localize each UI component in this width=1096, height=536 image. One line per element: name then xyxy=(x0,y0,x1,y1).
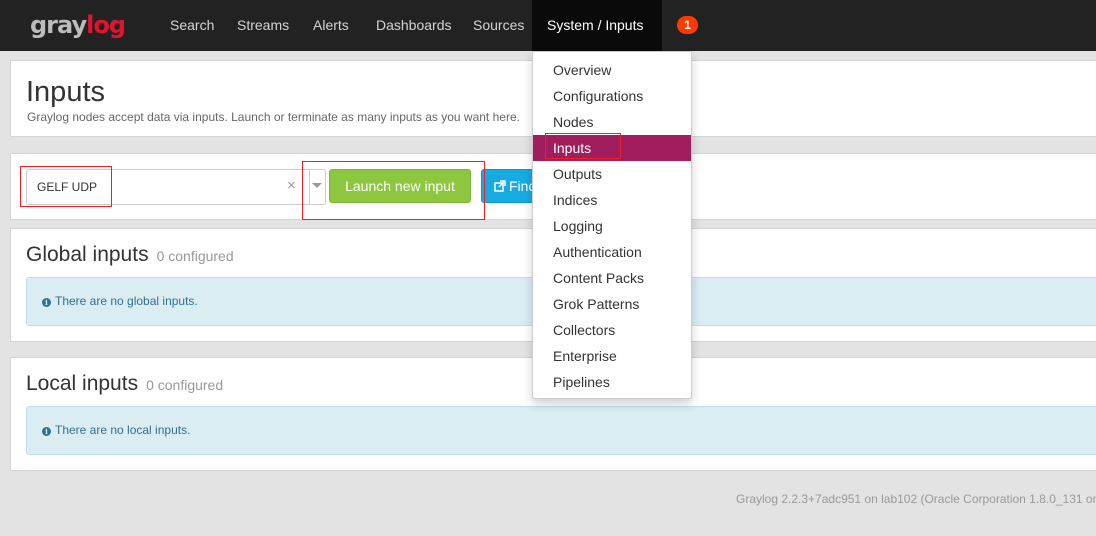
highlight-inputs-menu-item xyxy=(545,133,621,159)
nav-sources[interactable]: Sources xyxy=(473,0,524,51)
local-inputs-title: Local inputs xyxy=(26,372,139,395)
menu-item-pipelines[interactable]: Pipelines xyxy=(533,369,691,395)
global-inputs-count: 0 configured xyxy=(156,248,234,264)
menu-item-collectors[interactable]: Collectors xyxy=(533,317,691,343)
menu-item-enterprise[interactable]: Enterprise xyxy=(533,343,691,369)
menu-item-authentication[interactable]: Authentication xyxy=(533,239,691,265)
local-inputs-empty-alert: i There are no local inputs. xyxy=(26,406,1096,455)
menu-item-nodes[interactable]: Nodes xyxy=(533,109,691,135)
menu-item-logging[interactable]: Logging xyxy=(533,213,691,239)
menu-item-outputs[interactable]: Outputs xyxy=(533,161,691,187)
external-link-icon xyxy=(494,180,506,192)
menu-item-overview[interactable]: Overview xyxy=(533,57,691,83)
footer-version: Graylog 2.2.3+7adc951 on lab102 (Oracle … xyxy=(736,492,1096,506)
nav-system-label: System / Inputs xyxy=(547,17,644,33)
nav-system-dropdown[interactable]: System / Inputs xyxy=(532,0,662,80)
page-description: Graylog nodes accept data via inputs. La… xyxy=(27,110,520,124)
graylog-logo[interactable]: graylog xyxy=(30,11,126,39)
top-navbar: graylog Search Streams Alerts Dashboards… xyxy=(0,0,1096,80)
clear-icon[interactable]: × xyxy=(287,177,296,194)
page-title: Inputs xyxy=(26,76,105,108)
info-circle-icon: i xyxy=(42,427,51,436)
local-inputs-empty-row: i There are no local inputs. xyxy=(42,423,190,437)
local-inputs-heading: Local inputs 0 configured xyxy=(26,372,223,396)
highlight-launch-button xyxy=(302,161,485,220)
notification-badge[interactable]: 1 xyxy=(677,16,698,34)
local-inputs-empty-message: There are no local inputs. xyxy=(55,423,191,437)
menu-item-content-packs[interactable]: Content Packs xyxy=(533,265,691,291)
nav-dashboards[interactable]: Dashboards xyxy=(376,0,452,51)
highlight-input-select xyxy=(20,166,112,207)
nav-streams[interactable]: Streams xyxy=(237,0,289,51)
global-inputs-empty-row: i There are no global inputs. xyxy=(42,294,198,308)
menu-item-configurations[interactable]: Configurations xyxy=(533,83,691,109)
nav-search[interactable]: Search xyxy=(170,0,214,51)
logo-text-red: log xyxy=(86,11,126,39)
menu-item-grok-patterns[interactable]: Grok Patterns xyxy=(533,291,691,317)
local-inputs-count: 0 configured xyxy=(146,377,224,393)
menu-item-indices[interactable]: Indices xyxy=(533,187,691,213)
global-inputs-empty-message: There are no global inputs. xyxy=(55,294,198,308)
global-inputs-title: Global inputs xyxy=(26,243,149,266)
info-circle-icon: i xyxy=(42,298,51,307)
logo-text-gray: gray xyxy=(30,11,87,39)
system-dropdown-menu: Overview Configurations Nodes Inputs Out… xyxy=(532,51,692,399)
nav-alerts[interactable]: Alerts xyxy=(313,0,349,51)
global-inputs-heading: Global inputs 0 configured xyxy=(26,243,234,267)
